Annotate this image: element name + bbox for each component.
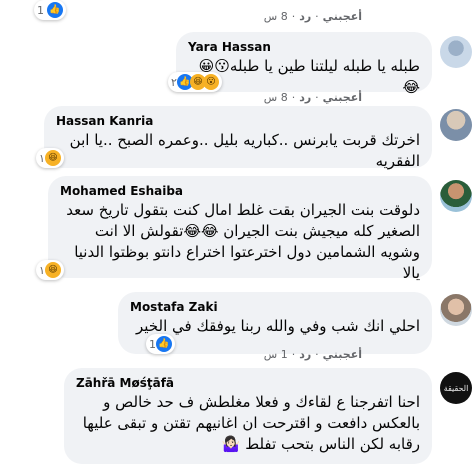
avatar[interactable]	[440, 109, 472, 141]
comment-author[interactable]: Mohamed Eshaiba	[60, 184, 420, 198]
reply-link[interactable]: رد	[299, 348, 311, 361]
comment-meta: أعجبني·رد·8 س	[263, 91, 362, 104]
comment-time: 8 س	[263, 10, 288, 23]
comment-reactions[interactable]: ٢ 👍 😆 😮	[168, 72, 222, 92]
comment-reactions[interactable]: ١ 😆	[36, 260, 64, 280]
haha-reaction-icon: 😆	[44, 150, 61, 166]
avatar-caption: الحقيقة	[443, 383, 469, 393]
comment-text: اخرتك قربت يابرنس ..كباريه بليل ..وعمره …	[69, 131, 420, 170]
like-reaction-icon: 👍	[156, 336, 172, 352]
avatar[interactable]	[440, 36, 472, 68]
comment-text: دلوقت بنت الجيران بقت غلط امال كنت بتقول…	[66, 201, 420, 282]
like-link[interactable]: أعجبني	[323, 348, 362, 361]
reaction-count: 1	[37, 3, 44, 17]
comment-meta: أعجبني·رد·1 س	[263, 348, 362, 361]
comment-text: احلي انك شب وفي والله ربنا يوفقك في الخي…	[136, 317, 420, 335]
comment-time: 1 س	[263, 348, 288, 361]
comment-reactions[interactable]: 1 👍	[146, 334, 175, 354]
reply-link[interactable]: رد	[299, 10, 311, 23]
comment-bubble: Hassan Kanria اخرتك قربت يابرنس ..كباريه…	[44, 106, 432, 170]
like-reaction-icon: 👍	[47, 2, 63, 18]
reaction-count: 1	[149, 337, 156, 351]
like-link[interactable]: أعجبني	[323, 10, 362, 23]
comment-reactions[interactable]: ١ 😆	[36, 148, 64, 168]
comment-time: 8 س	[263, 91, 288, 104]
haha-reaction-icon: 😆	[44, 262, 61, 278]
avatar[interactable]	[440, 180, 472, 212]
comment-0-reactions[interactable]: 1 👍	[34, 0, 66, 20]
comment-author[interactable]: Zāhřā Møśţāfā	[76, 376, 420, 390]
comment-bubble: Zāhřā Møśţāfā احنا اتفرجنا ع لقاءك و فعل…	[64, 368, 432, 464]
comment-text: احنا اتفرجنا ع لقاءك و فعلا مغلطش ف حد خ…	[82, 393, 420, 453]
reply-link[interactable]: رد	[299, 91, 311, 104]
comment-author[interactable]: Yara Hassan	[188, 40, 420, 54]
avatar[interactable]	[440, 294, 472, 326]
comment-author[interactable]: Mostafa Zaki	[130, 300, 420, 314]
comment-author[interactable]: Hassan Kanria	[56, 114, 420, 128]
comment-0-meta: أعجبني·رد·8 س	[263, 10, 362, 23]
wow-reaction-icon: 😮	[202, 74, 219, 90]
comment-bubble: Mohamed Eshaiba دلوقت بنت الجيران بقت غل…	[48, 176, 432, 282]
like-link[interactable]: أعجبني	[323, 91, 362, 104]
avatar[interactable]: الحقيقة	[440, 372, 472, 404]
